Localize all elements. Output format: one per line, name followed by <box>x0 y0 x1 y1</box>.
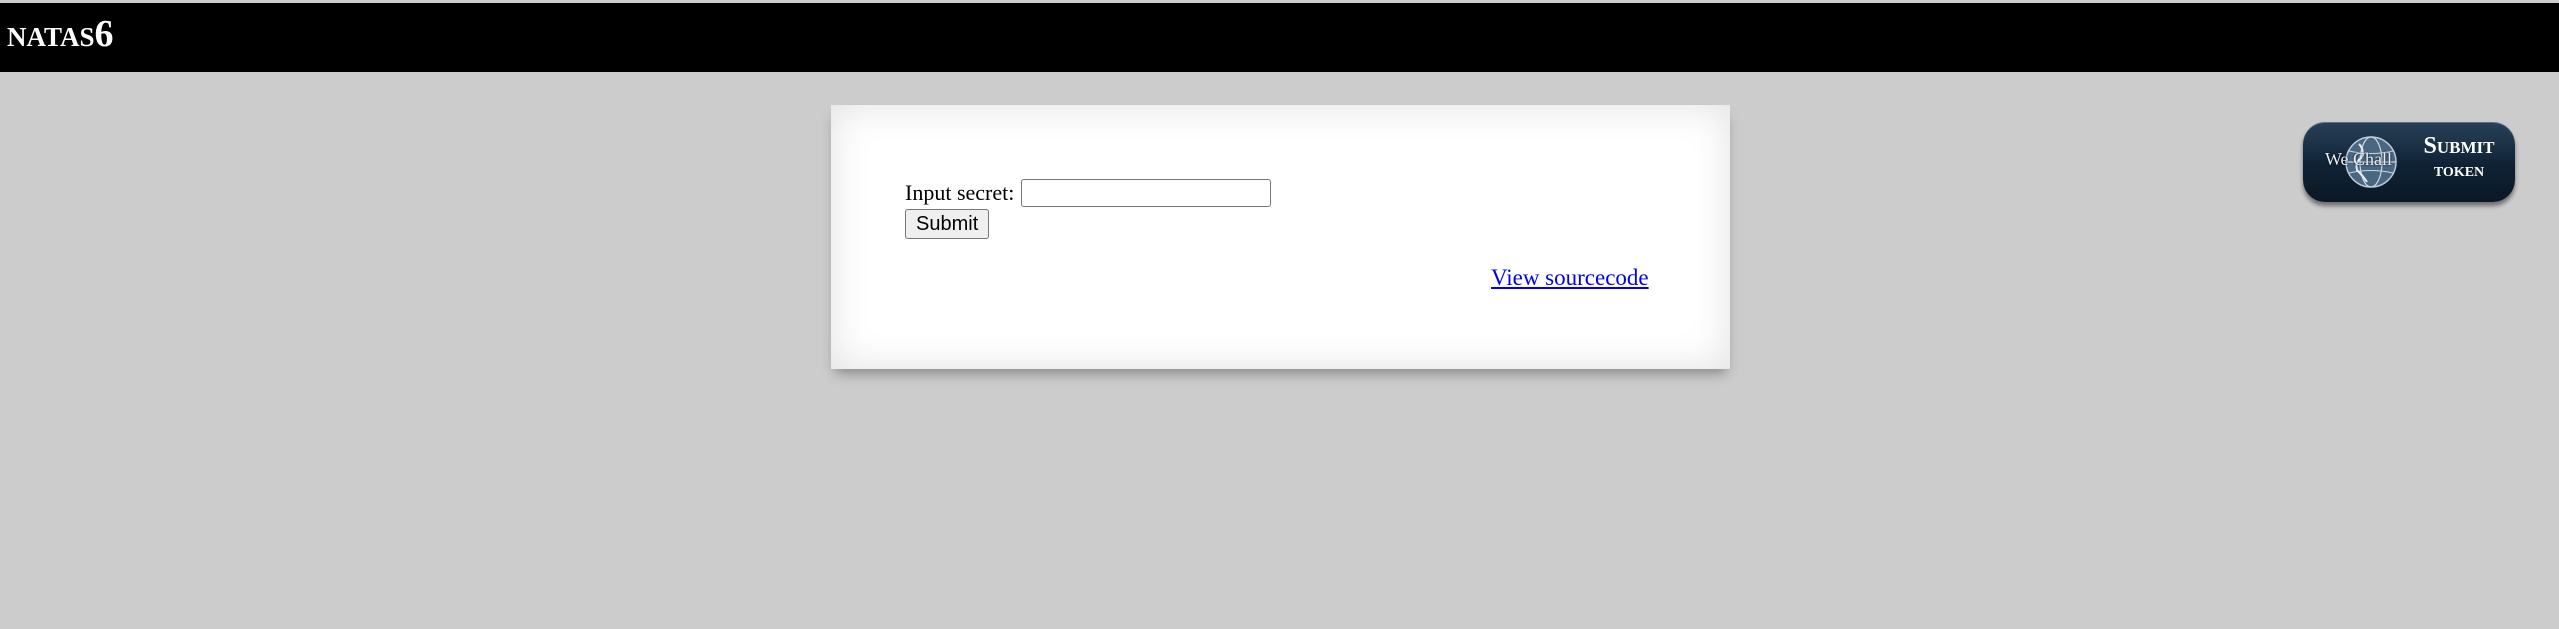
submit-token-line1: Submit <box>2423 133 2495 159</box>
page-title: natas6 <box>7 13 114 55</box>
secret-form: Input secret: Submit <box>905 179 1272 239</box>
submit-token-button[interactable]: We Chall Submit token <box>2303 122 2515 202</box>
secret-input[interactable] <box>1021 179 1272 207</box>
submit-button[interactable]: Submit <box>905 209 990 239</box>
page-header: natas6 <box>0 3 2559 72</box>
content-panel: Input secret: Submit View sourcecode <box>831 105 1730 369</box>
submit-token-label: Submit token <box>2413 133 2505 181</box>
view-sourcecode-link[interactable]: View sourcecode <box>1491 265 1649 291</box>
secret-label: Input secret: <box>905 180 1015 205</box>
wechall-logo-text: We Chall <box>2325 149 2393 169</box>
secret-row: Input secret: <box>905 179 1272 207</box>
submit-token-line2: token <box>2433 159 2485 182</box>
